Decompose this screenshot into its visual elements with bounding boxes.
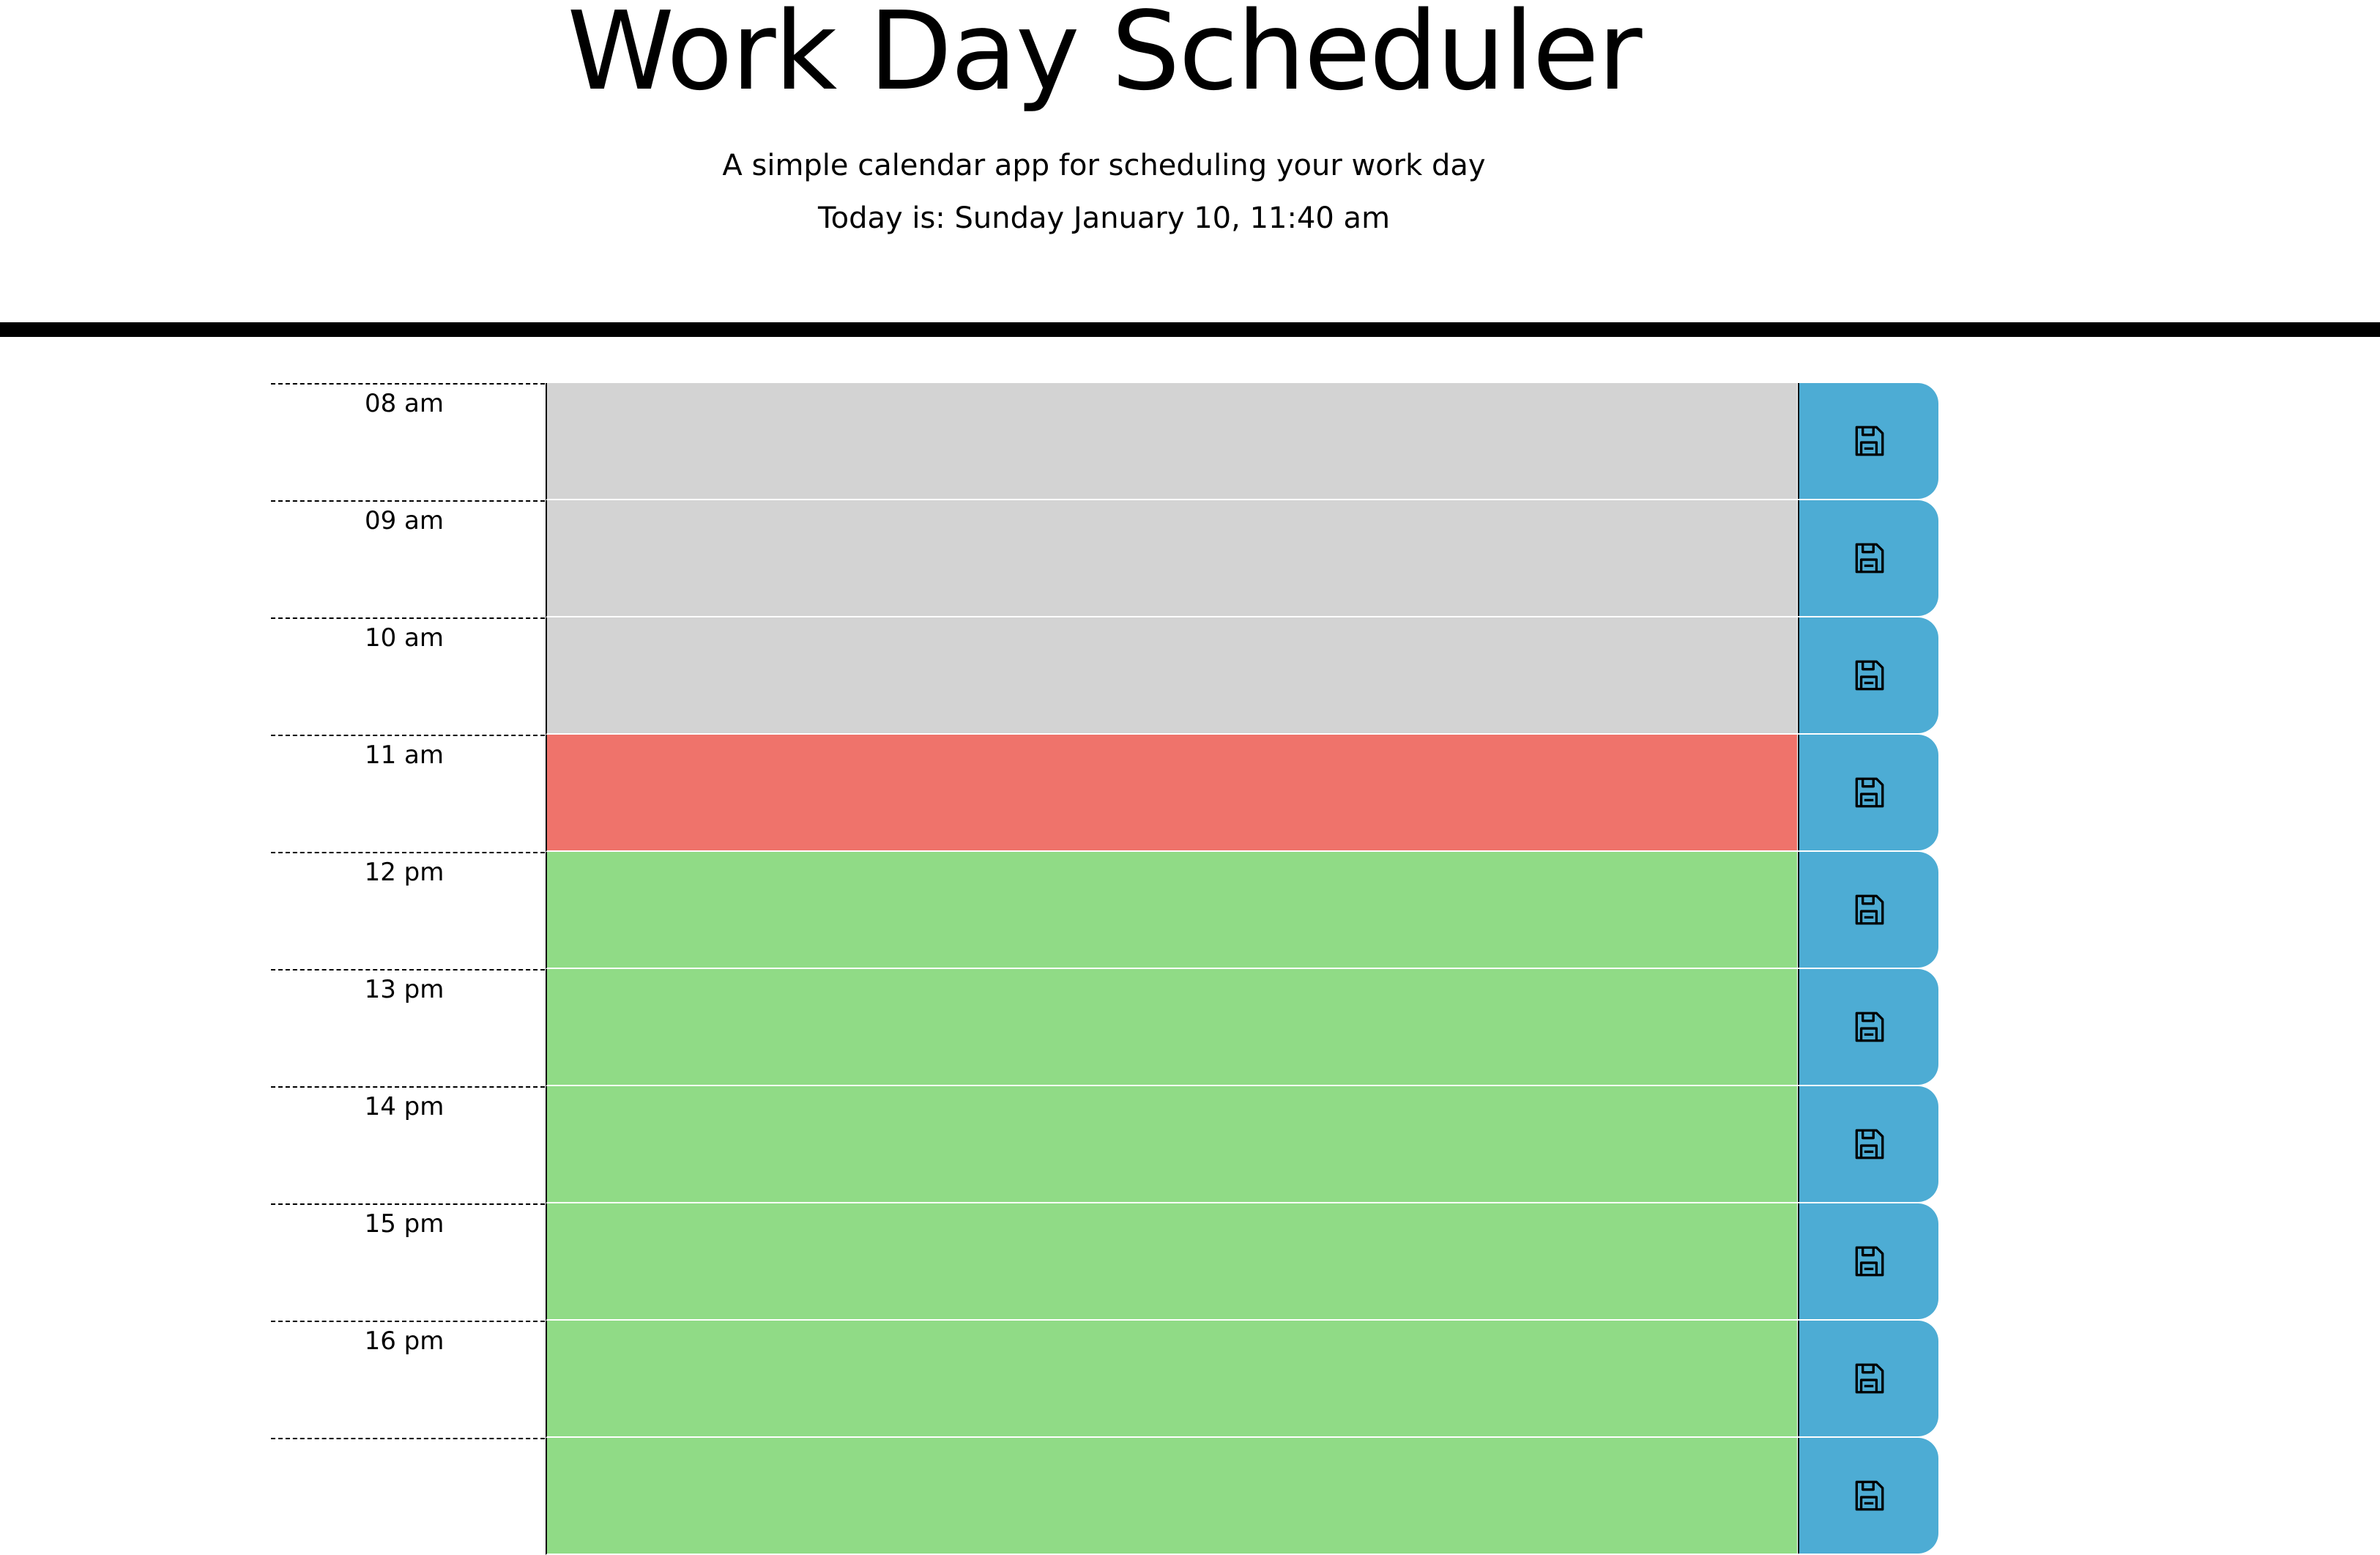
floppy-disk-icon xyxy=(1851,423,1887,459)
hour-cell: 15 pm xyxy=(271,1203,545,1321)
hour-label: 13 pm xyxy=(271,972,545,1007)
hour-label-text: 08 am xyxy=(364,389,445,418)
hour-label-text: 16 pm xyxy=(364,1326,445,1356)
save-button[interactable] xyxy=(1798,500,1938,616)
save-button[interactable] xyxy=(1798,735,1938,850)
hour-label: 15 pm xyxy=(271,1206,545,1242)
floppy-disk-icon xyxy=(1851,1243,1887,1280)
current-date: Today is: Sunday January 10, 11:40 am xyxy=(817,201,1391,235)
time-block-row: 10 am xyxy=(271,617,1938,735)
time-block-row: 14 pm xyxy=(271,1086,1938,1203)
hour-label: 16 pm xyxy=(271,1324,545,1359)
hour-cell: 11 am xyxy=(271,735,545,852)
hour-label-text: 13 pm xyxy=(364,975,445,1004)
save-button[interactable] xyxy=(1798,383,1938,499)
floppy-disk-icon xyxy=(1851,657,1887,694)
save-button[interactable] xyxy=(1798,1086,1938,1202)
hour-label: 11 am xyxy=(271,738,545,773)
hour-cell: 14 pm xyxy=(271,1086,545,1203)
save-button[interactable] xyxy=(1798,617,1938,733)
hour-label-text: 15 pm xyxy=(364,1209,445,1239)
hour-cell: 08 am xyxy=(271,383,545,500)
hour-label-text: 14 pm xyxy=(364,1092,445,1121)
hour-cell xyxy=(271,1438,545,1555)
hour-cell: 16 pm xyxy=(271,1321,545,1438)
event-description-input[interactable] xyxy=(546,852,1797,969)
save-button[interactable] xyxy=(1798,1438,1938,1554)
time-block-row: 09 am xyxy=(271,500,1938,617)
floppy-disk-icon xyxy=(1851,1477,1887,1514)
hour-label: 12 pm xyxy=(271,855,545,890)
hour-label: 10 am xyxy=(271,620,545,656)
page-subtitle: A simple calendar app for scheduling you… xyxy=(722,149,1486,182)
hour-label-text: 10 am xyxy=(364,623,445,653)
hour-cell: 13 pm xyxy=(271,969,545,1086)
time-block-row: 12 pm xyxy=(271,852,1938,969)
hour-label: 08 am xyxy=(271,386,545,421)
hour-label-text: 12 pm xyxy=(364,858,445,887)
save-button[interactable] xyxy=(1798,1203,1938,1319)
event-description-input[interactable] xyxy=(546,969,1797,1086)
time-block-row: 11 am xyxy=(271,735,1938,852)
save-button[interactable] xyxy=(1798,852,1938,968)
hour-label-text: 09 am xyxy=(364,506,445,535)
hour-label: 14 pm xyxy=(271,1089,545,1124)
hour-label xyxy=(271,1441,545,1476)
event-description-input[interactable] xyxy=(546,1321,1797,1438)
floppy-disk-icon xyxy=(1851,774,1887,811)
time-block-row xyxy=(271,1438,1938,1555)
page-title: Work Day Scheduler xyxy=(567,0,1642,114)
event-description-input[interactable] xyxy=(546,383,1797,500)
hour-cell: 10 am xyxy=(271,617,545,735)
floppy-disk-icon xyxy=(1851,1360,1887,1397)
time-block-row: 08 am xyxy=(271,383,1938,500)
event-description-input[interactable] xyxy=(546,1438,1797,1555)
event-description-input[interactable] xyxy=(546,500,1797,617)
hour-label: 09 am xyxy=(271,503,545,538)
floppy-disk-icon xyxy=(1851,540,1887,576)
hour-cell: 09 am xyxy=(271,500,545,617)
floppy-disk-icon xyxy=(1851,891,1887,928)
time-block-row: 16 pm xyxy=(271,1321,1938,1438)
hour-cell: 12 pm xyxy=(271,852,545,969)
event-description-input[interactable] xyxy=(546,1203,1797,1321)
scheduler-container: 08 am 09 am 10 am 11 am 12 pm 13 pm 14 pm 15 pm… xyxy=(271,383,1938,1555)
hour-label-text: 11 am xyxy=(364,741,445,770)
floppy-disk-icon xyxy=(1851,1126,1887,1162)
event-description-input[interactable] xyxy=(546,735,1797,852)
floppy-disk-icon xyxy=(1851,1009,1887,1045)
event-description-input[interactable] xyxy=(546,617,1797,735)
save-button[interactable] xyxy=(1798,969,1938,1085)
time-block-row: 13 pm xyxy=(271,969,1938,1086)
header: Work Day Scheduler A simple calendar app… xyxy=(0,0,2380,337)
time-block-row: 15 pm xyxy=(271,1203,1938,1321)
save-button[interactable] xyxy=(1798,1321,1938,1436)
event-description-input[interactable] xyxy=(546,1086,1797,1203)
